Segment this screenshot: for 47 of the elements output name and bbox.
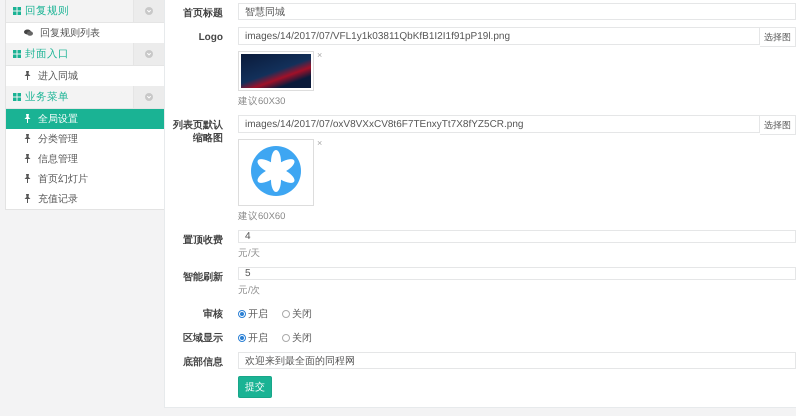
- pin-icon: [24, 134, 31, 143]
- radio-option[interactable]: 开启: [238, 331, 268, 345]
- pin-icon: [24, 71, 31, 80]
- pin-icon: [24, 114, 31, 123]
- field-label: 置顶收费: [182, 234, 223, 248]
- group-title: 业务菜单: [25, 90, 69, 104]
- photo-placeholder: [241, 54, 311, 88]
- choose-image-button[interactable]: 选择图: [760, 115, 796, 135]
- sidebar-item[interactable]: 首页幻灯片: [6, 169, 164, 189]
- sidebar-item[interactable]: 分类管理: [6, 129, 164, 149]
- sidebar-item[interactable]: 进入同城: [6, 66, 164, 86]
- field-label: 底部信息: [182, 355, 223, 369]
- chevron-circle-icon[interactable]: [145, 7, 153, 15]
- text-field[interactable]: 智慧同城: [238, 3, 796, 20]
- radio-option[interactable]: 关闭: [282, 331, 312, 345]
- group-title: 回复规则: [25, 4, 69, 18]
- pin-icon: [24, 194, 31, 203]
- field-label: 首页标题: [182, 6, 223, 20]
- pin-icon: [24, 174, 31, 183]
- image-path-field[interactable]: images/14/2017/07/oxV8VXxCV8t6F7TEnxyTt7X8fYZ5CR.png: [238, 115, 760, 133]
- grid-icon: [13, 7, 21, 15]
- field-label: Logo: [198, 31, 223, 45]
- image-path-field[interactable]: images/14/2017/07/VFL1y1k03811QbKfB1I2I1f91pP19l.png: [238, 27, 760, 45]
- comments-icon: [24, 29, 33, 36]
- chevron-circle-icon[interactable]: [145, 50, 153, 58]
- sidebar-item[interactable]: 信息管理: [6, 149, 164, 169]
- sidebar-item[interactable]: 充值记录: [6, 189, 164, 209]
- text-field[interactable]: 4: [238, 230, 796, 243]
- field-label: 智能刷新: [182, 270, 223, 285]
- size-hint: 建议60X30: [238, 95, 286, 108]
- field-label: 区域显示: [182, 332, 223, 345]
- unit-hint: 元/天: [238, 247, 261, 260]
- radio-option[interactable]: 关闭: [282, 307, 312, 321]
- field-label: 列表页默认缩略图: [172, 118, 223, 146]
- text-field[interactable]: 欢迎来到最全面的同程网: [238, 352, 796, 369]
- sidebar-item[interactable]: 回复规则列表: [6, 23, 164, 43]
- unit-hint: 元/次: [238, 284, 261, 297]
- radio-option[interactable]: 开启: [238, 307, 268, 321]
- pin-icon: [24, 154, 31, 163]
- text-field[interactable]: 5: [238, 267, 796, 280]
- field-label: 审核: [202, 307, 223, 321]
- group-title: 封面入口: [25, 47, 69, 61]
- grid-icon: [13, 93, 21, 101]
- chevron-circle-icon[interactable]: [145, 93, 153, 101]
- grid-icon: [13, 50, 21, 58]
- choose-image-button[interactable]: 选择图: [760, 27, 796, 47]
- size-hint: 建议60X60: [238, 210, 286, 223]
